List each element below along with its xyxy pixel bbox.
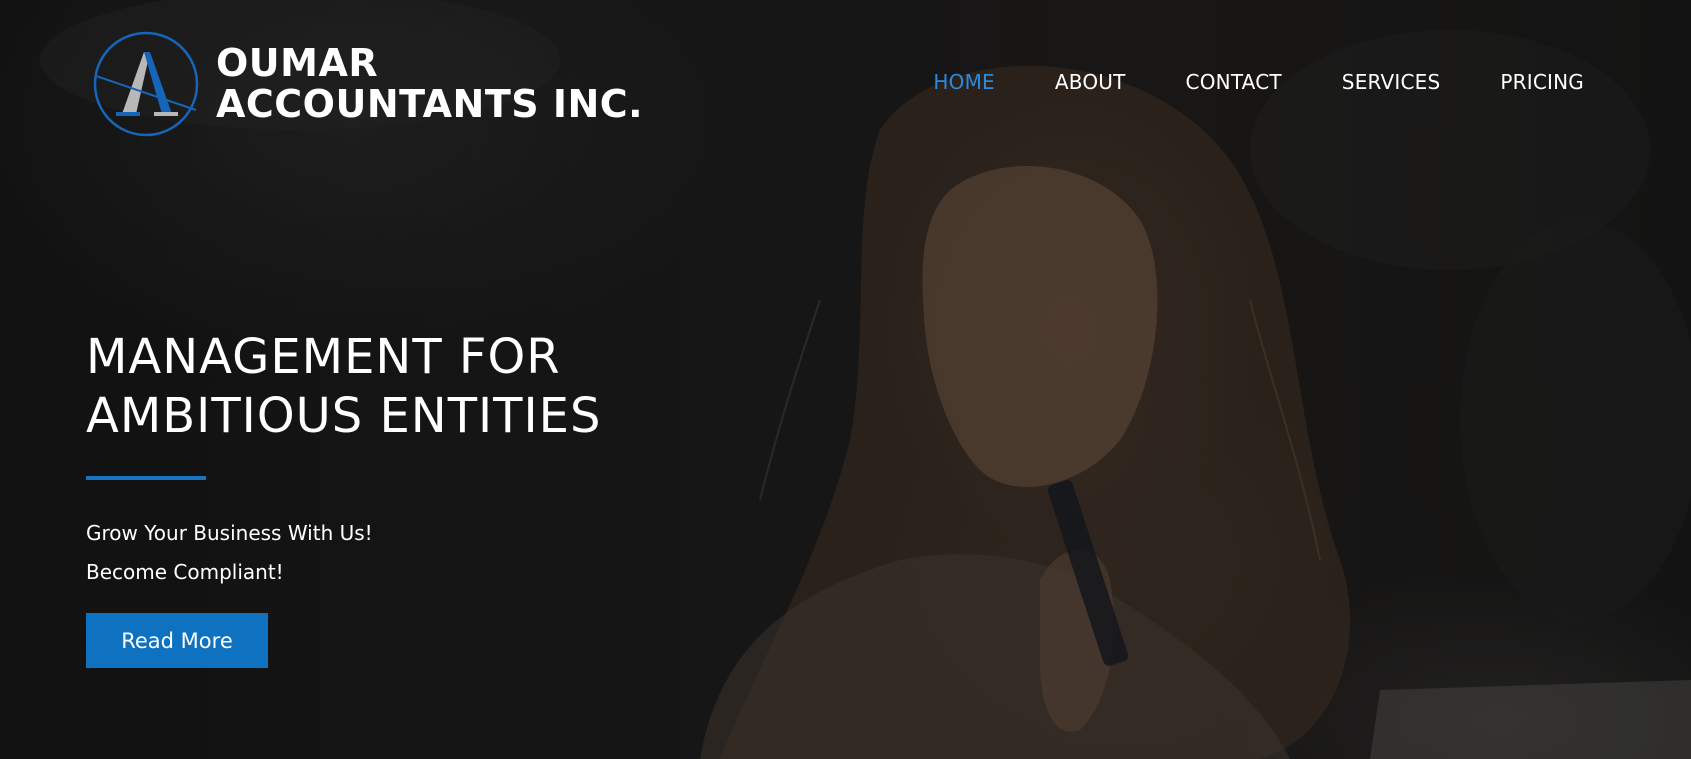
hero-headline-line1: MANAGEMENT FOR <box>86 329 561 385</box>
nav-item-pricing[interactable]: PRICING <box>1500 70 1584 94</box>
nav-item-home[interactable]: HOME <box>933 70 994 94</box>
main-nav: HOME ABOUT CONTACT SERVICES PRICING <box>933 70 1584 94</box>
read-more-button[interactable]: Read More <box>86 613 268 668</box>
hero-headline: MANAGEMENT FOR AMBITIOUS ENTITIES <box>86 328 601 446</box>
hero-tagline-grow: Grow Your Business With Us! <box>86 521 373 545</box>
letter-a-circle-logo-icon <box>93 31 199 137</box>
nav-item-about[interactable]: ABOUT <box>1055 70 1126 94</box>
headline-accent-divider <box>86 476 206 480</box>
brand-logo[interactable]: OUMAR ACCOUNTANTS INC. <box>92 30 643 138</box>
brand-name-line2: ACCOUNTANTS INC. <box>216 82 644 126</box>
brand-name: OUMAR ACCOUNTANTS INC. <box>216 43 643 125</box>
nav-item-contact[interactable]: CONTACT <box>1186 70 1282 94</box>
hero-tagline-compliant: Become Compliant! <box>86 560 284 584</box>
site-header: OUMAR ACCOUNTANTS INC. HOME ABOUT CONTAC… <box>0 0 1691 170</box>
hero-section: OUMAR ACCOUNTANTS INC. HOME ABOUT CONTAC… <box>0 0 1691 759</box>
nav-item-services[interactable]: SERVICES <box>1342 70 1441 94</box>
brand-name-line1: OUMAR <box>216 41 379 85</box>
hero-headline-line2: AMBITIOUS ENTITIES <box>86 388 602 444</box>
